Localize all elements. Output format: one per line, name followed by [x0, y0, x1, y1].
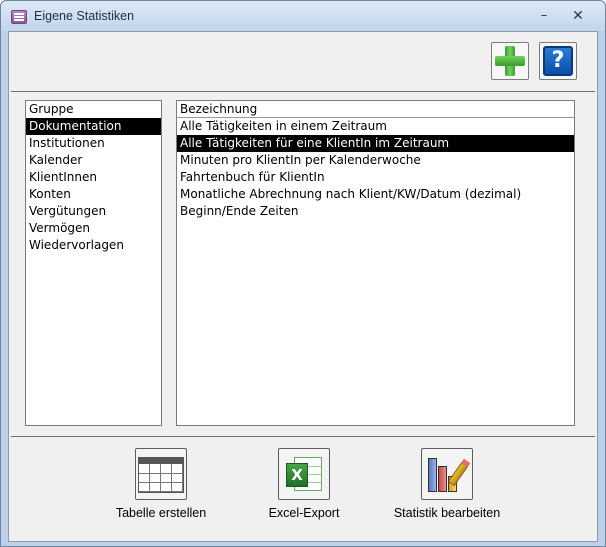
group-list-row[interactable]: Dokumentation	[26, 118, 161, 135]
group-list-header: Gruppe	[29, 102, 74, 116]
toolbar: ?	[9, 32, 597, 90]
title-bar[interactable]: Eigene Statistiken – ✕	[1, 1, 605, 31]
group-list-row[interactable]: KlientInnen	[26, 169, 161, 186]
statistics-list-row[interactable]: Alle Tätigkeiten für eine KlientIn im Ze…	[177, 135, 574, 152]
table-icon	[138, 457, 184, 493]
statistics-list-row[interactable]: Monatliche Abrechnung nach Klient/KW/Dat…	[177, 186, 574, 203]
create-table-label: Tabelle erstellen	[115, 506, 207, 520]
bar-chart-pencil-icon	[426, 452, 470, 496]
statistics-list-row[interactable]: Beginn/Ende Zeiten	[177, 203, 574, 220]
close-button[interactable]: ✕	[565, 7, 591, 25]
help-icon: ?	[543, 46, 573, 76]
window-title: Eigene Statistiken	[34, 9, 135, 23]
group-list-row[interactable]: Vermögen	[26, 220, 161, 237]
group-list-row[interactable]: Kalender	[26, 152, 161, 169]
excel-export-button[interactable]: X	[278, 448, 330, 500]
form-body: ? Gruppe Dokumentation Institutionen Kalen…	[8, 31, 598, 542]
edit-statistic-button[interactable]	[421, 448, 473, 500]
divider-bottom	[11, 436, 595, 437]
statistics-list-header: Bezeichnung	[177, 101, 574, 118]
excel-export-label: Excel-Export	[268, 506, 340, 520]
statistics-listbox[interactable]: Bezeichnung Alle Tätigkeiten in einem Ze…	[176, 100, 575, 426]
statistics-list-row[interactable]: Fahrtenbuch für KlientIn	[177, 169, 574, 186]
group-list-row[interactable]: Konten	[26, 186, 161, 203]
statistics-list-row[interactable]: Minuten pro KlientIn per Kalenderwoche	[177, 152, 574, 169]
edit-statistic-label: Statistik bearbeiten	[393, 506, 501, 520]
excel-icon: X	[284, 453, 324, 495]
help-button[interactable]: ?	[539, 42, 577, 80]
group-list-row[interactable]: Institutionen	[26, 135, 161, 152]
group-list-row[interactable]: Wiedervorlagen	[26, 237, 161, 254]
group-list-row[interactable]: Vergütungen	[26, 203, 161, 220]
create-table-button[interactable]	[135, 448, 187, 500]
group-listbox[interactable]: Gruppe Dokumentation Institutionen Kalende…	[25, 100, 162, 426]
minimize-button[interactable]: –	[531, 7, 557, 25]
statistics-list-row[interactable]: Alle Tätigkeiten in einem Zeitraum	[177, 118, 574, 135]
add-statistic-button[interactable]	[491, 42, 529, 80]
app-form-icon	[11, 10, 27, 24]
plus-icon	[495, 46, 525, 76]
divider-top	[11, 91, 595, 92]
statistics-window: Eigene Statistiken – ✕ ? Gruppe Dokument…	[0, 0, 606, 547]
